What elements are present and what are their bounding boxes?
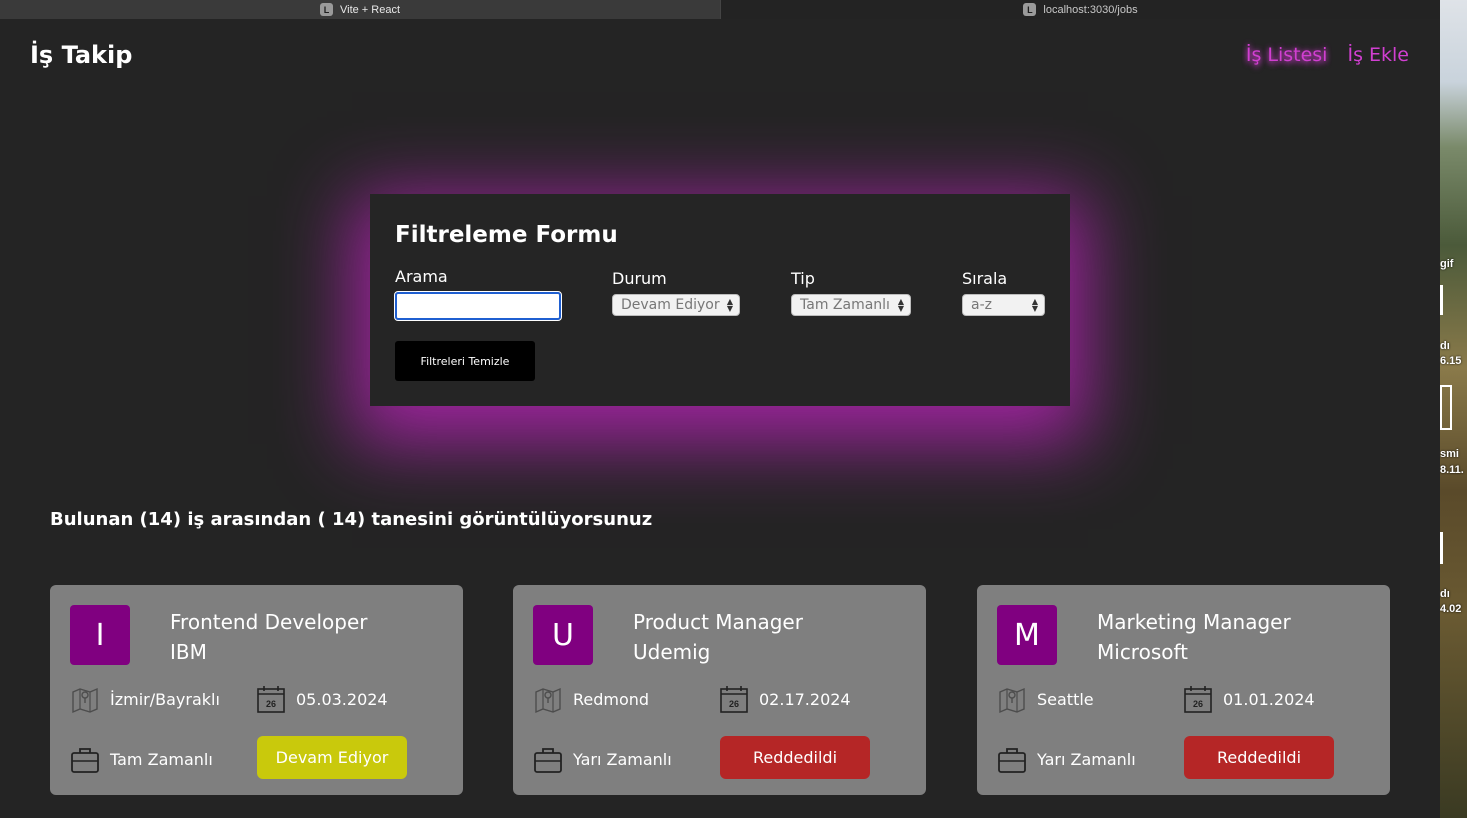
status-label: Durum <box>612 269 667 288</box>
search-label: Arama <box>395 267 448 286</box>
desktop-file-label: smi <box>1440 448 1459 460</box>
clear-filters-button[interactable]: Filtreleri Temizle <box>395 341 535 381</box>
job-company: Microsoft <box>1097 640 1189 664</box>
select-arrows-icon: ▲ ▼ <box>897 297 904 313</box>
desktop-file-label: 4.02 <box>1440 603 1462 615</box>
tab-title: localhost:3030/jobs <box>1043 3 1138 16</box>
status-badge: Reddedildi <box>720 736 870 779</box>
select-arrows-icon: ▲ ▼ <box>726 297 733 313</box>
job-heading: Product Manager Udemig <box>633 607 803 667</box>
job-heading: Frontend Developer IBM <box>170 607 367 667</box>
filter-form-title: Filtreleme Formu <box>395 222 618 248</box>
status-badge: Devam Ediyor <box>257 736 407 779</box>
job-position: Product Manager <box>633 610 803 634</box>
sort-select-value: a-z <box>971 297 992 313</box>
status-badge: Reddedildi <box>1184 736 1334 779</box>
calendar-icon: 26 <box>720 686 748 713</box>
tab-favicon-icon: L <box>319 3 333 16</box>
job-type: Yarı Zamanlı <box>573 750 672 769</box>
status-select-value: Devam Ediyor <box>621 297 720 313</box>
job-location: Seattle <box>1037 690 1094 709</box>
sort-label: Sırala <box>962 269 1008 288</box>
browser-tab-jobs[interactable]: L localhost:3030/jobs <box>720 0 1440 19</box>
briefcase-icon <box>71 748 99 773</box>
desktop-file-label: gif <box>1440 258 1454 270</box>
job-company: Udemig <box>633 640 711 664</box>
brand-title: İş Takip <box>30 41 133 69</box>
type-select-value: Tam Zamanlı <box>800 297 890 313</box>
filter-form: Filtreleme Formu Arama Durum Devam Ediyo… <box>370 194 1070 406</box>
desktop-file-icon <box>1440 532 1443 564</box>
job-type: Yarı Zamanlı <box>1037 750 1136 769</box>
calendar-day: 26 <box>729 699 739 709</box>
job-card: U Product Manager Udemig Redmond 26 02.1… <box>513 585 926 795</box>
desktop-file-label: dı <box>1440 588 1450 600</box>
job-location: Redmond <box>573 690 650 709</box>
type-select[interactable]: Tam Zamanlı ▲ ▼ <box>791 294 911 316</box>
type-field: Tip Tam Zamanlı ▲ ▼ <box>791 269 911 316</box>
sort-field: Sırala a-z ▲ ▼ <box>962 269 1045 316</box>
briefcase-icon <box>998 748 1026 773</box>
company-avatar: M <box>997 605 1057 665</box>
sort-select[interactable]: a-z ▲ ▼ <box>962 294 1045 316</box>
job-date: 01.01.2024 <box>1223 690 1315 709</box>
desktop-file-icon <box>1440 385 1452 430</box>
job-card: I Frontend Developer IBM İzmir/Bayraklı … <box>50 585 463 795</box>
status-select[interactable]: Devam Ediyor ▲ ▼ <box>612 294 740 316</box>
map-icon <box>72 687 98 714</box>
results-summary: Bulunan (14) iş arasından ( 14) tanesini… <box>50 509 653 530</box>
nav-link-add-job[interactable]: İş Ekle <box>1347 44 1409 66</box>
company-avatar: U <box>533 605 593 665</box>
job-heading: Marketing Manager Microsoft <box>1097 607 1291 667</box>
select-arrows-icon: ▲ ▼ <box>1031 297 1038 313</box>
job-position: Frontend Developer <box>170 610 368 634</box>
search-input[interactable] <box>394 291 562 321</box>
desktop-file-label: dı <box>1440 340 1450 352</box>
browser-tab-strip: L Vite + React L localhost:3030/jobs <box>0 0 1440 19</box>
main-nav: İş Listesi İş Ekle <box>1246 44 1409 66</box>
company-avatar: I <box>70 605 130 665</box>
job-position: Marketing Manager <box>1097 610 1291 634</box>
calendar-day: 26 <box>1193 699 1203 709</box>
desktop-file-icon <box>1440 285 1443 315</box>
tab-favicon-icon: L <box>1023 3 1037 16</box>
search-field: Arama <box>394 267 562 321</box>
desktop-background: gif dı 6.15 smi 8.11. dı 4.02 <box>1440 0 1467 818</box>
browser-tab-vite[interactable]: L Vite + React <box>0 0 720 19</box>
nav-link-job-list[interactable]: İş Listesi <box>1246 44 1328 66</box>
tab-title: Vite + React <box>339 3 401 16</box>
type-label: Tip <box>791 269 815 288</box>
job-type: Tam Zamanlı <box>110 750 213 769</box>
job-card: M Marketing Manager Microsoft Seattle 26… <box>977 585 1390 795</box>
job-date: 05.03.2024 <box>296 690 388 709</box>
map-icon <box>999 687 1025 714</box>
job-date: 02.17.2024 <box>759 690 851 709</box>
job-company: IBM <box>170 640 207 664</box>
job-location: İzmir/Bayraklı <box>110 690 220 709</box>
status-field: Durum Devam Ediyor ▲ ▼ <box>612 269 740 316</box>
briefcase-icon <box>534 748 562 773</box>
desktop-file-label: 6.15 <box>1440 355 1462 367</box>
calendar-day: 26 <box>266 699 276 709</box>
desktop-file-label: 8.11. <box>1440 464 1464 476</box>
calendar-icon: 26 <box>1184 686 1212 713</box>
calendar-icon: 26 <box>257 686 285 713</box>
map-icon <box>535 687 561 714</box>
